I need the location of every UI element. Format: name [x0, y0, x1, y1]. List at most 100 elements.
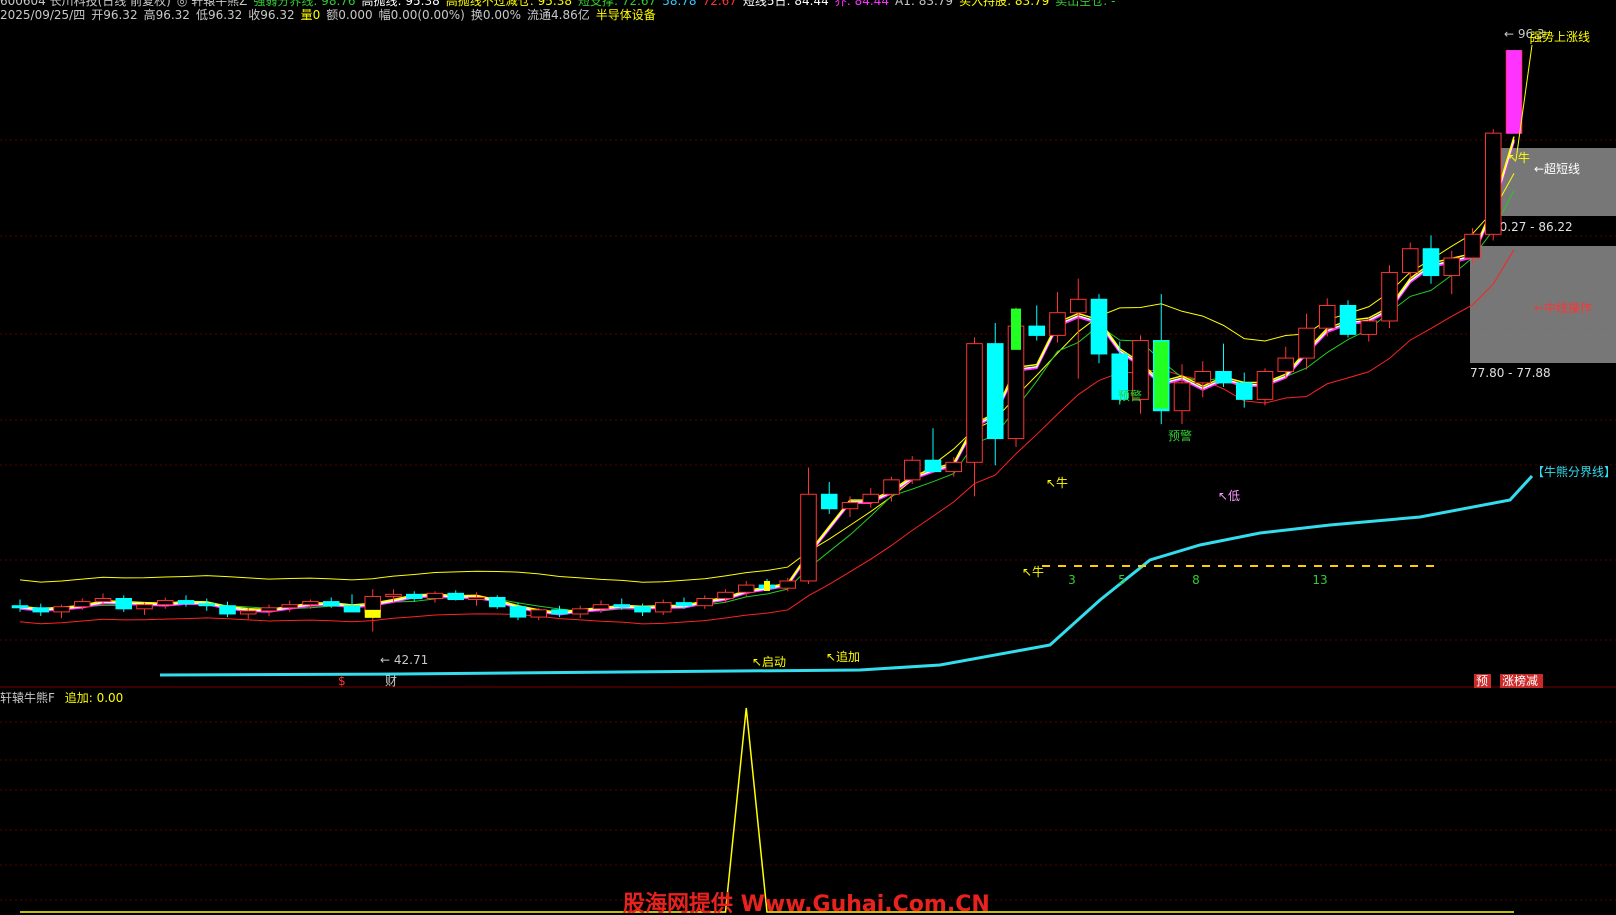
candle-41 — [862, 488, 880, 508]
candle-body-19 — [405, 593, 423, 599]
sub-indicator-header: 轩辕牛熊F 追加: 0.00 — [0, 689, 123, 706]
candle-body-49 — [1028, 325, 1046, 336]
candle-6 — [136, 602, 153, 615]
candle-body-63 — [1318, 304, 1336, 329]
candle-67 — [1401, 242, 1419, 279]
candle-body-71 — [1484, 132, 1502, 235]
candle-1 — [32, 603, 50, 617]
candle-body-14 — [302, 601, 319, 606]
candle-body-28 — [592, 604, 610, 610]
candle-body-39 — [820, 493, 838, 510]
candle-body-18 — [385, 593, 402, 597]
candle-body-15 — [322, 601, 340, 607]
label-mid-op: ←中线操作 — [1534, 300, 1592, 315]
candle-19 — [405, 591, 423, 602]
signal-warn-1: 预警 — [1118, 388, 1142, 403]
candle-45 — [945, 457, 963, 477]
kline-chart[interactable]: 80.27 - 86.2277.80 - 77.88← 42.71← 96.3强… — [0, 0, 1616, 915]
candle-5 — [115, 595, 133, 612]
candle-body-44 — [924, 459, 942, 473]
marker-1: 财 — [385, 674, 397, 688]
counter-5: 5 — [1118, 573, 1126, 587]
candle-body-50 — [1049, 312, 1066, 336]
candle-60 — [1256, 368, 1274, 406]
candle-body-33 — [696, 597, 714, 607]
candle-body-31 — [654, 602, 672, 613]
candle-37 — [779, 577, 797, 592]
label-bull-bear: 【牛熊分界线】 — [1532, 464, 1616, 479]
candle-22 — [468, 592, 485, 606]
candle-body-46 — [966, 343, 983, 463]
candle-body-40 — [841, 502, 859, 510]
candle-body-45 — [945, 461, 963, 473]
signal-start: ↖启动 — [752, 655, 786, 669]
candle-49 — [1028, 305, 1046, 341]
candle-body-green-signal — [1011, 308, 1021, 350]
candle-body-29 — [613, 604, 631, 608]
candle-body-21 — [447, 592, 465, 601]
candle-46 — [966, 337, 983, 497]
candle-43 — [903, 456, 921, 484]
candle-38 — [800, 467, 817, 585]
candle-body-9 — [198, 603, 216, 607]
candle-42 — [883, 476, 900, 502]
candle-23 — [488, 595, 506, 609]
candle-body-4 — [94, 597, 112, 603]
counter-13: 13 — [1312, 573, 1327, 587]
candle-body-47 — [986, 343, 1004, 440]
candle-58 — [1215, 343, 1232, 387]
candle-body-32 — [675, 602, 693, 607]
candle-57 — [1194, 361, 1212, 398]
signal-bull-1: ↖牛 — [1022, 564, 1044, 579]
candle-68 — [1422, 235, 1440, 284]
candle-65 — [1360, 317, 1378, 342]
label-super-short: ←超短线 — [1534, 161, 1580, 176]
candle-body-62 — [1298, 327, 1315, 359]
candle-27 — [571, 605, 589, 619]
stock-chart-window: { "header": { "line1": [ {"text":"600604… — [0, 0, 1616, 915]
candle-9 — [198, 598, 216, 611]
label-strong-up: 强势上涨线 — [1530, 29, 1590, 44]
candle-body-10 — [219, 605, 236, 615]
candle-body-35 — [737, 584, 755, 593]
candle-body-5 — [115, 597, 133, 610]
candle-body-20 — [426, 592, 444, 599]
candle-21 — [447, 590, 465, 601]
candle-52 — [1090, 294, 1108, 364]
candle-body-37 — [779, 580, 797, 589]
sub-indicator-name[interactable]: 轩辕牛熊F — [0, 691, 55, 705]
candle-body-66 — [1381, 271, 1398, 322]
signal-add: ↖追加 — [826, 649, 860, 664]
candle-2 — [53, 604, 70, 619]
candle-body-22 — [468, 596, 485, 601]
candle-body-38 — [800, 493, 817, 582]
sub-indicator-line — [20, 707, 1514, 913]
candle-26 — [551, 605, 568, 618]
candle-body-67 — [1401, 248, 1419, 273]
candle-body-12 — [260, 607, 278, 612]
candle-body-68 — [1422, 248, 1440, 277]
candle-47 — [986, 323, 1004, 466]
candle-body-51 — [1069, 298, 1087, 314]
candle-20 — [426, 591, 444, 603]
counter-3: 3 — [1068, 573, 1076, 587]
candle-body-43 — [903, 459, 921, 481]
candle-33 — [696, 595, 714, 609]
watermark: 股海网提供 Www.Guhai.Com.CN — [623, 892, 990, 915]
candle-66 — [1381, 265, 1398, 329]
candle-body-yellow-2 — [764, 580, 770, 591]
signal-low: ↖低 — [1218, 489, 1240, 503]
candle-50 — [1049, 292, 1066, 343]
candle-body-24 — [509, 606, 527, 618]
candle-body-11 — [239, 610, 257, 615]
candle-7 — [156, 597, 174, 609]
candle-44 — [924, 428, 942, 473]
candle-body-64 — [1339, 304, 1357, 335]
counter-8: 8 — [1192, 573, 1200, 587]
candle-body-2 — [53, 606, 70, 613]
candle-body-final-magenta — [1506, 50, 1522, 134]
candle-10 — [219, 601, 236, 618]
candle-body-41 — [862, 493, 880, 504]
candle-body-57 — [1194, 371, 1212, 384]
candle-body-56 — [1173, 382, 1191, 412]
